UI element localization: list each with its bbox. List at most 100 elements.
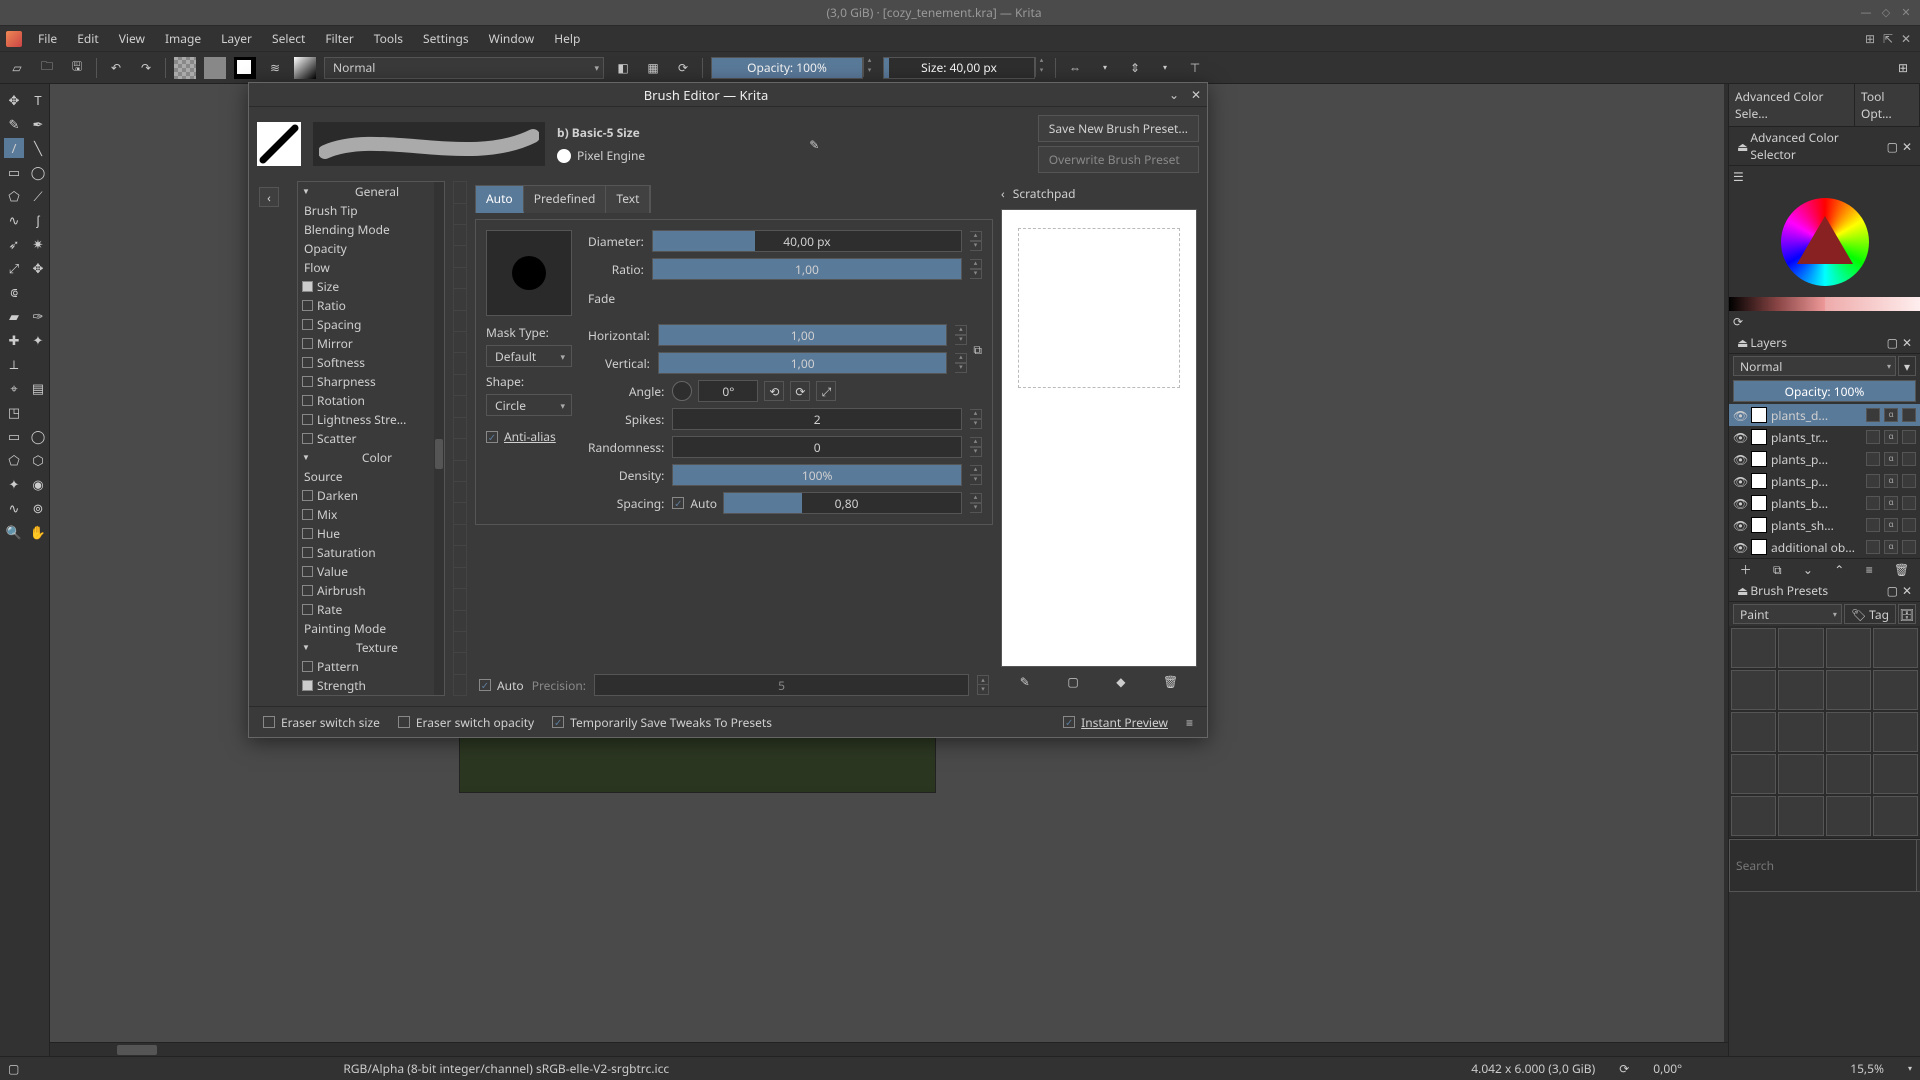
move-down-icon[interactable]: ⌄ [1803, 561, 1813, 578]
freehand-select-tool-icon[interactable]: ⬠ [4, 450, 24, 470]
alpha-lock-layer-icon[interactable]: α [1884, 408, 1898, 422]
fade-h-spin[interactable]: ▴▾ [955, 325, 967, 345]
opt-blending[interactable]: Blending Mode [302, 221, 440, 238]
brush-preset[interactable] [1731, 754, 1776, 794]
inherit-alpha-icon[interactable] [1902, 408, 1916, 422]
tag-button[interactable]: 🏷 Tag [1844, 604, 1896, 624]
opt-flow[interactable]: Flow [302, 259, 440, 276]
eraser-size-check[interactable] [263, 716, 275, 728]
opt-sharpness[interactable]: Sharpness [317, 373, 440, 390]
alpha-lock-layer-icon[interactable]: α [1884, 518, 1898, 532]
brush-preset[interactable] [1873, 754, 1918, 794]
tab-text[interactable]: Text [606, 186, 650, 213]
pattern-swatch[interactable] [174, 57, 196, 79]
layer-opacity-slider[interactable]: Opacity: 100% [1733, 380, 1916, 402]
menu-tools[interactable]: Tools [366, 28, 411, 49]
opt-sharpness-check[interactable] [302, 376, 313, 387]
close-icon[interactable]: ✕ [1900, 7, 1912, 19]
footer-menu-icon[interactable]: ≡ [1186, 714, 1193, 731]
opt-hue-check[interactable] [302, 528, 313, 539]
eraser-icon[interactable]: ◧ [612, 57, 634, 79]
float2-icon[interactable]: ▢ [1885, 334, 1900, 351]
fade-h-slider[interactable]: 1,00 [658, 324, 948, 346]
randomness-slider[interactable]: 0 [672, 436, 962, 458]
brush-preset[interactable] [1873, 712, 1918, 752]
opt-saturation-check[interactable] [302, 547, 313, 558]
brush-preset[interactable] [1826, 628, 1871, 668]
line-tool-icon[interactable]: ╲ [28, 138, 48, 158]
wrap-icon[interactable]: ⊤ [1184, 57, 1206, 79]
opt-source[interactable]: Source [302, 468, 440, 485]
inherit-alpha-icon[interactable] [1902, 496, 1916, 510]
lock-icon[interactable]: ⏏ [1735, 138, 1750, 155]
angle-btn3-icon[interactable]: ⤢ [816, 381, 836, 401]
spacing-auto-check[interactable]: ✓ [672, 497, 684, 509]
close-dialog-icon[interactable]: ✕ [1185, 86, 1207, 103]
close-sub-icon[interactable]: ✕ [1898, 31, 1914, 47]
close-dock3-icon[interactable]: ✕ [1900, 582, 1914, 599]
eraser-opacity-check[interactable] [398, 716, 410, 728]
opt-color[interactable]: Color [314, 449, 440, 466]
opt-rotation[interactable]: Rotation [317, 392, 440, 409]
fade-v-spin[interactable]: ▴▾ [955, 353, 967, 373]
brush-preset[interactable] [1778, 754, 1823, 794]
dynamic-brush-tool-icon[interactable]: ➶ [4, 234, 24, 254]
measure-tool-icon[interactable]: ⟂ [4, 354, 24, 374]
tab-tool-options[interactable]: Tool Opt... [1855, 84, 1920, 126]
instant-preview-check[interactable]: ✓ [1063, 716, 1075, 728]
opt-spacing[interactable]: Spacing [317, 316, 440, 333]
new-file-icon[interactable]: ▱ [6, 57, 28, 79]
brush-preset[interactable] [1731, 712, 1776, 752]
visibility-icon[interactable]: 👁 [1733, 451, 1747, 468]
inherit-alpha-icon[interactable] [1902, 474, 1916, 488]
opt-softness[interactable]: Softness [317, 354, 440, 371]
lock-layer-icon[interactable] [1866, 452, 1880, 466]
fade-v-slider[interactable]: 1,00 [658, 352, 948, 374]
opt-brushtip[interactable]: Brush Tip [302, 202, 440, 219]
lock-layer-icon[interactable] [1866, 474, 1880, 488]
layer-blend-combo[interactable]: Normal▾ [1733, 356, 1896, 376]
pan-tool-icon[interactable]: ✋ [28, 522, 48, 542]
opacity-spin[interactable]: ▴▾ [863, 57, 875, 79]
save-file-icon[interactable]: 🖫 [66, 57, 88, 79]
opacity-slider[interactable]: Opacity: 100% [711, 57, 863, 79]
text-tool-icon[interactable]: T [28, 90, 48, 110]
calligraphy-tool-icon[interactable]: ✒ [28, 114, 48, 134]
brush-preset[interactable] [1873, 796, 1918, 836]
multibrush-tool-icon[interactable]: ✷ [28, 234, 48, 254]
scratch-gradient-icon[interactable]: ◆ [1116, 673, 1125, 690]
opt-size[interactable]: Size [317, 278, 440, 295]
vertical-scrollbar[interactable] [1724, 84, 1728, 1042]
inherit-alpha-icon[interactable] [1902, 430, 1916, 444]
similar-select-tool-icon[interactable]: ◉ [28, 474, 48, 494]
ellipse-tool-icon[interactable]: ◯ [28, 162, 48, 182]
lock2-icon[interactable]: ⏏ [1735, 334, 1750, 351]
layer-row[interactable]: 👁plants_p...α [1729, 448, 1920, 470]
scratchpad-canvas[interactable] [1001, 209, 1197, 667]
link-fade-icon[interactable]: ⧉ [973, 341, 982, 358]
assistant-tool-icon[interactable]: ✦ [28, 330, 48, 350]
properties-icon[interactable]: ≡ [1866, 561, 1873, 578]
lock-layer-icon[interactable] [1866, 540, 1880, 554]
scratch-clear-icon[interactable]: 🗑 [1163, 673, 1178, 690]
inherit-alpha-icon[interactable] [1902, 518, 1916, 532]
collapse-preset-list-icon[interactable]: ‹ [259, 187, 279, 207]
gradient-edit-icon[interactable]: ≋ [264, 57, 286, 79]
opt-texture[interactable]: Texture [314, 639, 440, 656]
opt-rotation-check[interactable] [302, 395, 313, 406]
angle-btn2-icon[interactable]: ⟳ [790, 381, 810, 401]
diameter-spin[interactable]: ▴▾ [970, 231, 982, 251]
polygon-tool-icon[interactable]: ⬠ [4, 186, 24, 206]
opt-ratio[interactable]: Ratio [317, 297, 440, 314]
menu-window[interactable]: Window [481, 28, 543, 49]
delete-layer-icon[interactable]: 🗑 [1894, 561, 1909, 578]
opt-spacing-check[interactable] [302, 319, 313, 330]
bezier-tool-icon[interactable]: ∿ [4, 210, 24, 230]
move-up-icon[interactable]: ⌃ [1834, 561, 1844, 578]
fill-tool-icon[interactable]: ▰ [4, 306, 24, 326]
color-selector[interactable] [1729, 187, 1920, 297]
visibility-icon[interactable]: 👁 [1733, 517, 1747, 534]
ref-tool-icon[interactable]: ⌖ [4, 378, 24, 398]
opt-mirror-check[interactable] [302, 338, 313, 349]
visibility-icon[interactable]: 👁 [1733, 429, 1747, 446]
